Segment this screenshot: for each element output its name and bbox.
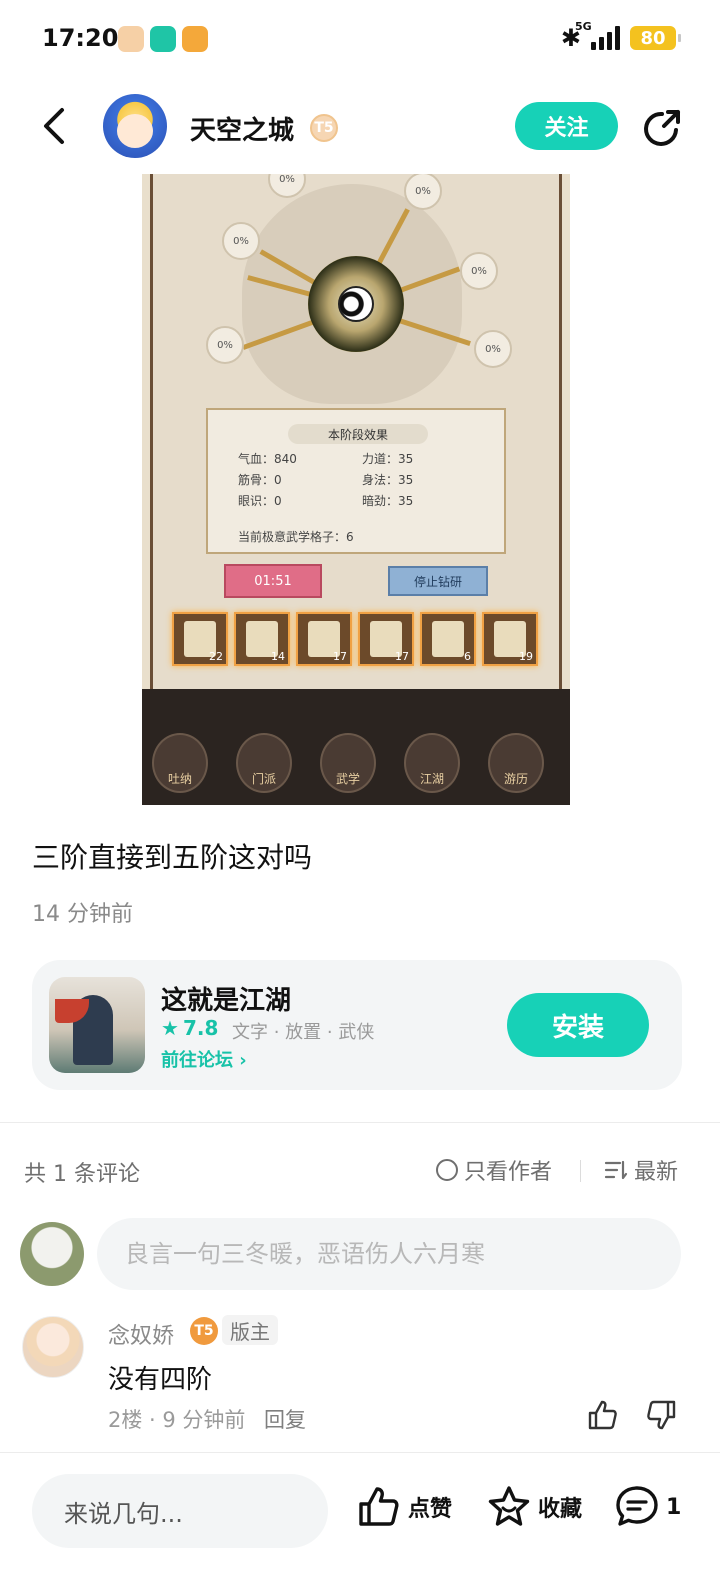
my-avatar[interactable] xyxy=(20,1222,84,1286)
sort-icon xyxy=(604,1160,628,1180)
status-bar: 17:20 ✱ 5G 80 xyxy=(0,0,720,78)
game-app-icon[interactable] xyxy=(49,977,145,1073)
scroll-slot: 17 xyxy=(296,612,352,666)
author-avatar[interactable] xyxy=(103,94,167,158)
scroll-slot: 17 xyxy=(358,612,414,666)
yin-yang-icon xyxy=(338,286,374,322)
stat-item: 筋骨：0 xyxy=(238,473,282,487)
game-bottom-nav: 吐纳 门派 武学 江湖 游历 xyxy=(142,689,570,805)
stat-item: 暗劲：35 xyxy=(362,494,414,508)
comment-content: 没有四阶 xyxy=(108,1365,213,1395)
favorite-button[interactable]: 收藏 xyxy=(486,1484,582,1530)
meridian-node: 0% xyxy=(460,252,498,290)
current-slots-text: 当前极意武学格子：6 xyxy=(238,530,354,544)
comment-like-button[interactable] xyxy=(586,1398,620,1432)
commenter-level-badge: T5 xyxy=(190,1317,218,1345)
game-tab: 游历 xyxy=(488,733,544,793)
like-button[interactable]: 点赞 xyxy=(356,1484,452,1530)
reply-button[interactable]: 回复 xyxy=(264,1404,306,1434)
timer-bar: 01:51 xyxy=(224,564,322,598)
game-card[interactable]: 这就是江湖 ★ 7.8 文字 · 放置 · 武侠 前往论坛 › 安装 xyxy=(32,960,682,1090)
game-tab: 江湖 xyxy=(404,733,460,793)
game-rating: ★ 7.8 xyxy=(161,1016,219,1040)
panel-title: 本阶段效果 xyxy=(288,424,428,444)
comment-button[interactable]: 1 xyxy=(614,1484,681,1530)
follow-button[interactable]: 关注 xyxy=(515,102,618,150)
stat-item: 眼识：0 xyxy=(238,494,282,508)
game-tab: 吐纳 xyxy=(152,733,208,793)
meridian-node: 0% xyxy=(222,222,260,260)
bottom-comment-input[interactable]: 来说几句... xyxy=(32,1474,328,1548)
app-notification-icon xyxy=(118,26,144,52)
stat-item: 力道：35 xyxy=(362,452,414,466)
comment-dislike-button[interactable] xyxy=(644,1398,678,1432)
author-name[interactable]: 天空之城 xyxy=(190,110,294,147)
scroll-slot: 19 xyxy=(482,612,538,666)
app-notification-icon xyxy=(182,26,208,52)
commenter-name[interactable]: 念奴娇 xyxy=(108,1318,174,1350)
network-type: 5G xyxy=(575,20,592,33)
only-author-toggle[interactable]: 只看作者 xyxy=(436,1154,552,1186)
divider xyxy=(0,1122,720,1123)
scroll-slots: 22 14 17 17 6 19 xyxy=(172,612,538,666)
scroll-slot: 6 xyxy=(420,612,476,666)
comments-count: 共 1 条评论 xyxy=(24,1162,140,1187)
battery-indicator: 80 xyxy=(630,26,681,50)
chevron-right-icon: › xyxy=(239,1050,247,1071)
share-icon xyxy=(644,110,680,146)
scroll-icon xyxy=(432,621,464,657)
signal-icon: 5G xyxy=(575,20,620,50)
install-button[interactable]: 安装 xyxy=(507,993,649,1057)
status-indicators: ✱ 5G 80 xyxy=(561,20,681,52)
app-notification-icon xyxy=(150,26,176,52)
divider xyxy=(0,1452,720,1453)
commenter-avatar[interactable] xyxy=(22,1316,84,1378)
stage-effect-panel: 本阶段效果 气血：840 力道：35 筋骨：0 身法：35 眼识：0 暗劲：35… xyxy=(206,408,506,554)
star-icon: ★ xyxy=(161,1016,179,1040)
scroll-slot: 22 xyxy=(172,612,228,666)
sort-button[interactable]: 最新 xyxy=(604,1154,678,1186)
meridian-node: 0% xyxy=(206,326,244,364)
game-tab: 武学 xyxy=(320,733,376,793)
meridian-node: 0% xyxy=(474,330,512,368)
moderator-badge: 版主 xyxy=(222,1315,278,1345)
post-image[interactable]: 0% 0% 0% 0% 0% 0% 本阶段效果 气血：840 力道：35 筋骨：… xyxy=(142,174,570,805)
radio-circle-icon xyxy=(436,1159,458,1181)
stop-research-button: 停止钻研 xyxy=(388,566,488,596)
stat-item: 身法：35 xyxy=(362,473,414,487)
game-name[interactable]: 这就是江湖 xyxy=(161,980,291,1017)
scroll-slot: 14 xyxy=(234,612,290,666)
thumbs-up-icon xyxy=(359,1487,399,1526)
game-tags: 文字 · 放置 · 武侠 xyxy=(232,1022,375,1043)
forum-link[interactable]: 前往论坛 › xyxy=(161,1046,247,1072)
star-outline-icon xyxy=(488,1486,530,1526)
divider xyxy=(580,1160,581,1182)
back-button[interactable] xyxy=(34,106,74,146)
share-button[interactable] xyxy=(640,106,684,150)
speech-bubble-icon xyxy=(616,1486,658,1526)
comment-meta: 2楼 · 9 分钟前 xyxy=(108,1408,246,1432)
post-time: 14 分钟前 xyxy=(32,902,133,927)
chevron-left-icon xyxy=(44,108,64,144)
thumbs-down-icon xyxy=(647,1400,676,1430)
thumbs-up-icon xyxy=(588,1400,617,1430)
author-level-badge: T5 xyxy=(310,114,338,142)
status-time: 17:20 xyxy=(42,24,119,52)
comment-count: 1 xyxy=(666,1494,682,1520)
post-title: 三阶直接到五阶这对吗 xyxy=(32,841,313,874)
stat-item: 气血：840 xyxy=(238,452,297,466)
status-app-icons xyxy=(118,26,208,52)
comment-input[interactable] xyxy=(97,1218,681,1290)
game-tab: 门派 xyxy=(236,733,292,793)
post-header: 天空之城 T5 关注 xyxy=(0,88,720,172)
